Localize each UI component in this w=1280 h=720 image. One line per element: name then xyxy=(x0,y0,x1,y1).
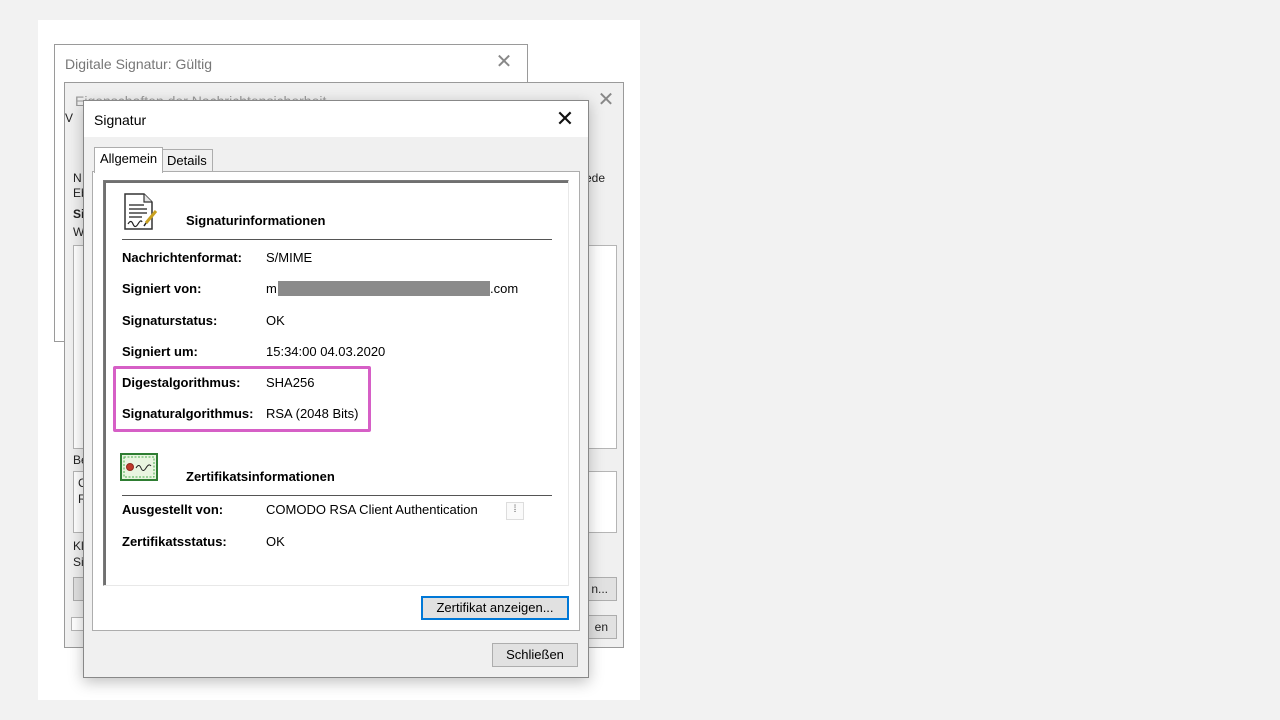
view-certificate-button[interactable]: Zertifikat anzeigen... xyxy=(421,596,569,620)
label-signed-at: Signiert um: xyxy=(122,344,198,359)
value-signed-by-prefix: m xyxy=(266,281,277,296)
label-signature-status: Signaturstatus: xyxy=(122,313,218,328)
value-issued-by: COMODO RSA Client Authentication xyxy=(266,502,478,517)
label-signed-by: Signiert von: xyxy=(122,281,202,296)
redacted-email xyxy=(278,281,490,296)
value-certificate-status: OK xyxy=(266,534,285,549)
algorithm-highlight-box xyxy=(113,366,371,432)
certificate-info-heading: Zertifikatsinformationen xyxy=(186,469,335,484)
close-icon[interactable]: ✕ xyxy=(591,87,621,113)
dialog-title: Signatur xyxy=(94,112,147,128)
close-icon[interactable]: ✕ xyxy=(489,49,519,75)
close-dialog-button[interactable]: Schließen xyxy=(492,643,578,667)
value-signed-by-suffix: .com xyxy=(490,281,519,296)
tab-allgemein[interactable]: Allgemein xyxy=(94,147,164,173)
scroll-indicator-icon[interactable]: ⁞ xyxy=(506,502,524,520)
fragment-text: N xyxy=(73,171,82,185)
value-message-format: S/MIME xyxy=(266,250,313,265)
divider xyxy=(122,495,552,496)
label-issued-by: Ausgestellt von: xyxy=(122,502,224,517)
certificate-icon xyxy=(120,453,158,481)
value-signature-status: OK xyxy=(266,313,285,328)
document-signature-icon xyxy=(124,193,158,230)
tab-details[interactable]: Details xyxy=(161,149,213,171)
title-bar xyxy=(84,101,588,137)
close-icon[interactable]: ✕ xyxy=(550,106,580,132)
label-certificate-status: Zertifikatsstatus: xyxy=(122,534,227,549)
window-title: Digitale Signatur: Gültig xyxy=(65,56,213,72)
label-message-format: Nachrichtenformat: xyxy=(122,250,242,265)
value-signed-at: 15:34:00 04.03.2020 xyxy=(266,344,386,359)
fragment-text: V xyxy=(65,111,74,125)
signature-info-heading: Signaturinformationen xyxy=(186,213,326,228)
divider xyxy=(122,239,552,240)
